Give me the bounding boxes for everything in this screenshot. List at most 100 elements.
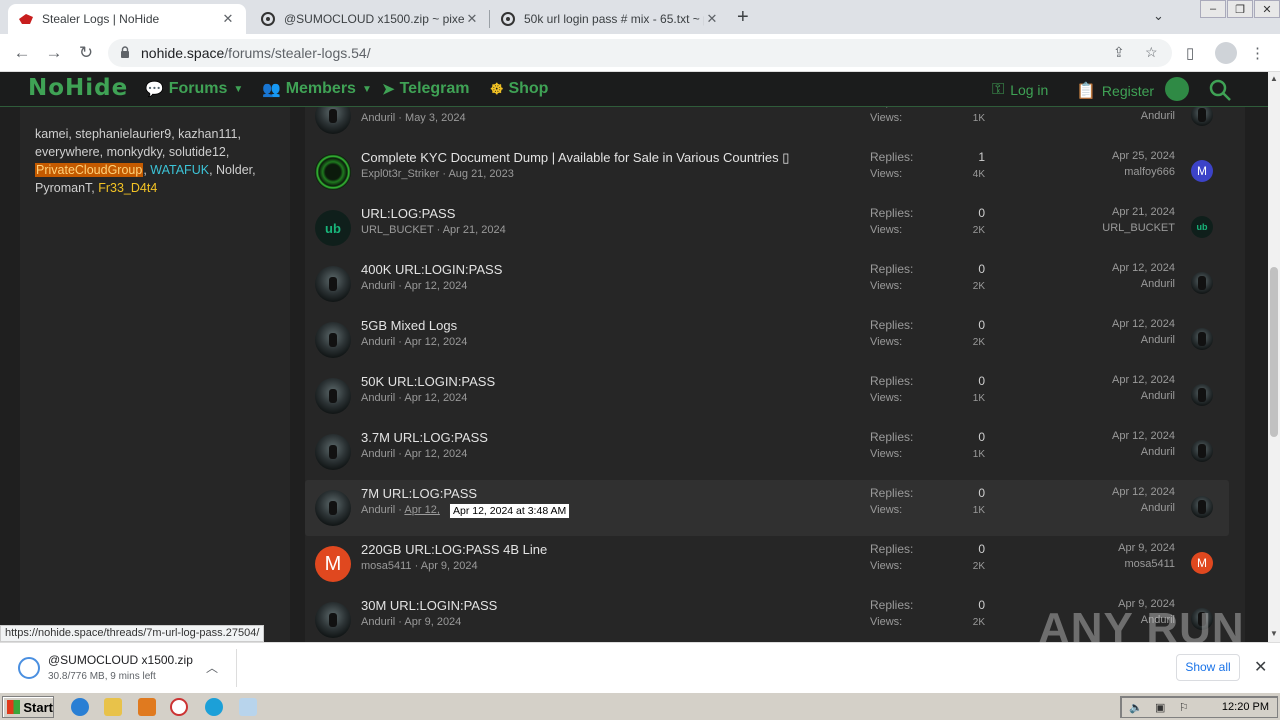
thread-row[interactable]: 3.7M URL:LOG:PASS Anduril · Apr 12, 2024 R… (305, 424, 1229, 480)
thread-row[interactable]: ub URL:LOG:PASS URL_BUCKET · Apr 21, 2024 R… (305, 200, 1229, 256)
online-user-link[interactable]: solutide12 (169, 145, 226, 159)
action-center-flag-icon[interactable]: ⚐ (1179, 701, 1193, 715)
thread-title-link[interactable]: 3.7M URL:LOG:PASS (361, 430, 488, 445)
last-poster-avatar[interactable] (1191, 440, 1213, 462)
author-avatar[interactable] (315, 154, 351, 190)
thread-row[interactable]: Complete KYC Document Dump | Available f… (305, 144, 1229, 200)
thread-date[interactable]: Apr 12, (404, 504, 439, 516)
thread-title-link[interactable]: URL:LOG:PASS (361, 206, 455, 221)
online-user-link[interactable]: stephanielaurier9 (75, 127, 171, 141)
last-post-user[interactable]: Anduril (1075, 502, 1175, 514)
online-user-link[interactable]: Nolder (216, 163, 252, 177)
download-item[interactable]: @SUMOCLOUD x1500.zip 30.8/776 MB, 9 mins… (10, 651, 235, 687)
thread-row[interactable]: M 220GB URL:LOG:PASS 4B Line mosa5411 · Ap… (305, 536, 1229, 592)
tab-close-icon[interactable]: ✕ (464, 11, 480, 27)
thread-date[interactable]: Apr 9, 2024 (421, 560, 478, 572)
thread-date[interactable]: Apr 9, 2024 (404, 616, 461, 628)
last-poster-avatar[interactable]: M (1191, 160, 1213, 182)
minimize-icon[interactable]: ‒ (1200, 0, 1226, 18)
search-icon[interactable] (1208, 78, 1232, 105)
online-user-link[interactable]: PrivateCloudGroup (35, 163, 144, 177)
last-poster-avatar[interactable] (1191, 496, 1213, 518)
author-avatar[interactable] (315, 602, 351, 638)
thread-author-link[interactable]: Anduril (361, 616, 395, 628)
online-user-link[interactable]: Fr33_D4t4 (98, 181, 157, 195)
last-post-date[interactable]: Apr 12, 2024 (1075, 318, 1175, 330)
ie-icon[interactable] (71, 698, 89, 716)
author-avatar[interactable] (315, 107, 351, 134)
folder-icon[interactable] (104, 698, 122, 716)
last-poster-avatar[interactable] (1191, 328, 1213, 350)
thread-author-link[interactable]: mosa5411 (361, 560, 412, 572)
address-bar[interactable]: nohide.space/forums/stealer-logs.54/ ⇪ ☆ (108, 39, 1172, 67)
last-post-date[interactable]: Apr 12, 2024 (1075, 262, 1175, 274)
last-post-date[interactable]: Apr 9, 2024 (1075, 542, 1175, 554)
last-post-user[interactable]: malfoy666 (1075, 166, 1175, 178)
last-poster-avatar[interactable]: ub (1191, 216, 1213, 238)
register-link[interactable]: 📋 Register (1076, 81, 1154, 101)
author-avatar[interactable] (315, 490, 351, 526)
notepad-icon[interactable] (239, 698, 257, 716)
thread-author-link[interactable]: Anduril (361, 336, 395, 348)
online-user-link[interactable]: monkydky (107, 145, 162, 159)
thread-author-link[interactable]: Anduril (361, 112, 395, 124)
last-post-date[interactable]: Apr 12, 2024 (1075, 430, 1175, 442)
thread-author-link[interactable]: Anduril (361, 448, 395, 460)
nav-forums[interactable]: 💬 Forums ▼ (145, 80, 243, 98)
last-poster-avatar[interactable]: M (1191, 552, 1213, 574)
show-all-button[interactable]: Show all (1176, 654, 1240, 681)
thread-author-link[interactable]: Anduril (361, 504, 395, 516)
thread-row[interactable]: 50K URL:LOGIN:PASS Anduril · Apr 12, 2024… (305, 368, 1229, 424)
last-post-user[interactable]: URL_BUCKET (1075, 222, 1175, 234)
login-link[interactable]: ⚿ Log in (992, 81, 1048, 99)
tab-close-icon[interactable]: ✕ (704, 11, 720, 27)
start-button[interactable]: Start (2, 696, 54, 718)
last-post-date[interactable]: Apr 12, 2024 (1075, 374, 1175, 386)
thread-date[interactable]: May 3, 2024 (405, 112, 466, 124)
last-post-user[interactable]: Anduril (1075, 278, 1175, 290)
volume-icon[interactable]: 🔈 (1129, 701, 1143, 715)
author-avatar[interactable] (315, 322, 351, 358)
thread-row[interactable]: Anduril · May 3, 2024 Replies: Views: 1K And… (305, 107, 1229, 144)
thread-author-link[interactable]: URL_BUCKET (361, 224, 434, 236)
thread-title-link[interactable]: 7M URL:LOG:PASS (361, 486, 477, 501)
nav-shop[interactable]: ☸ Shop (490, 80, 548, 98)
thread-title-link[interactable]: 220GB URL:LOG:PASS 4B Line (361, 542, 547, 557)
thread-date[interactable]: Apr 12, 2024 (404, 448, 467, 460)
network-icon[interactable]: ▣ (1155, 701, 1169, 715)
forward-arrow-icon[interactable]: → (43, 42, 65, 64)
author-avatar[interactable] (315, 378, 351, 414)
author-avatar[interactable] (315, 434, 351, 470)
last-post-date[interactable]: Apr 21, 2024 (1075, 206, 1175, 218)
maximize-icon[interactable]: ❐ (1227, 0, 1253, 18)
online-user-link[interactable]: WATAFUK (150, 163, 209, 177)
last-post-date[interactable]: Apr 12, 2024 (1075, 486, 1175, 498)
thread-date[interactable]: Aug 21, 2023 (448, 168, 513, 180)
profile-avatar-icon[interactable] (1215, 42, 1237, 64)
nav-members[interactable]: 👥 Members ▼ (262, 80, 372, 98)
author-avatar[interactable]: ub (315, 210, 351, 246)
close-icon[interactable]: ✕ (1254, 657, 1267, 677)
thread-row[interactable]: 5GB Mixed Logs Anduril · Apr 12, 2024 Repl… (305, 312, 1229, 368)
last-post-user[interactable]: Anduril (1075, 446, 1175, 458)
thread-title-link[interactable]: 50K URL:LOGIN:PASS (361, 374, 495, 389)
close-window-icon[interactable]: ✕ (1254, 0, 1280, 18)
last-post-user[interactable]: Anduril (1075, 390, 1175, 402)
chevron-up-icon[interactable]: ︿ (206, 659, 218, 676)
site-logo[interactable]: NoHide (28, 75, 128, 101)
menu-kebab-icon[interactable]: ⋮ (1250, 44, 1265, 62)
media-player-icon[interactable] (138, 698, 156, 716)
reload-icon[interactable]: ↻ (75, 42, 97, 64)
new-tab-icon[interactable]: + (737, 6, 749, 29)
last-post-user[interactable]: mosa5411 (1075, 558, 1175, 570)
page-scrollbar[interactable]: ▲ ▼ (1268, 72, 1280, 642)
tab-search-chevron-icon[interactable]: ⌄ (1153, 8, 1164, 24)
thread-title-link[interactable]: Complete KYC Document Dump | Available f… (361, 150, 789, 166)
last-post-user[interactable]: Anduril (1075, 110, 1175, 122)
last-poster-avatar[interactable] (1191, 107, 1213, 126)
tab-sumocloud[interactable]: @SUMOCLOUD x1500.zip ~ pixeldrain ✕ (250, 4, 490, 34)
last-poster-avatar[interactable] (1191, 272, 1213, 294)
scroll-up-icon[interactable]: ▲ (1268, 74, 1280, 83)
thread-author-link[interactable]: Expl0t3r_Striker (361, 168, 439, 180)
author-avatar[interactable]: M (315, 546, 351, 582)
